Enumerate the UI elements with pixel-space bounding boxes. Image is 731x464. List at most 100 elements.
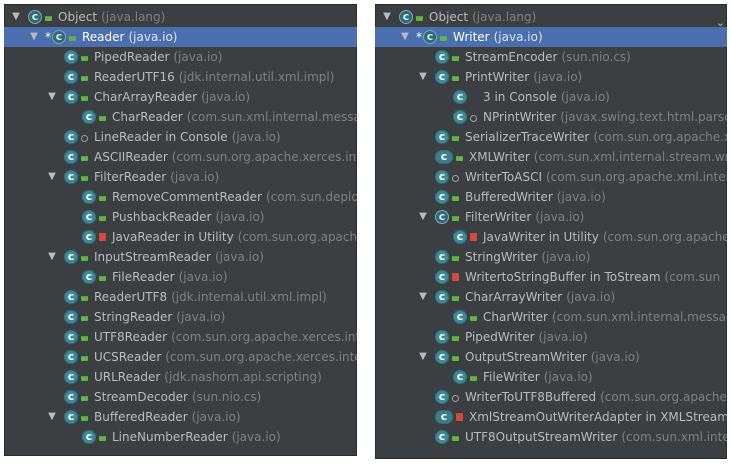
tree-row[interactable]: ▼ Object(java.lang) bbox=[4, 7, 357, 27]
class-name: CharArrayReader bbox=[94, 90, 198, 104]
tree-row-label: WriterToUTF8Buffered (com.sun.org.apache.… bbox=[465, 387, 727, 407]
tree-row-label: PrintWriter (java.io) bbox=[465, 67, 582, 87]
tree-row[interactable]: StreamEncoder(sun.nio.cs) bbox=[375, 47, 727, 67]
tree-row[interactable]: JavaReader in Utility(com.sun.org.apache bbox=[4, 227, 357, 247]
tree-row[interactable]: ASCIIReader(com.sun.org.apache.xerces.in… bbox=[4, 147, 357, 167]
tree-row[interactable]: ▼ CharArrayWriter(java.io) bbox=[375, 287, 727, 307]
tree-row[interactable]: WriterToASCI (com.sun.org.apache.xml.inte… bbox=[375, 167, 727, 187]
tree-row[interactable]: ▼ PrintWriter(java.io) bbox=[375, 67, 727, 87]
tree-row[interactable]: PipedWriter(java.io) bbox=[375, 327, 727, 347]
class-name: Object bbox=[429, 10, 469, 24]
package-name: (com.sun.org.apache.xn bbox=[593, 130, 727, 144]
package-name: (java.io) bbox=[215, 210, 265, 224]
tree-row[interactable]: ▼ OutputStreamWriter(java.io) bbox=[375, 347, 727, 367]
expand-arrow-icon[interactable]: ▼ bbox=[46, 167, 58, 187]
expand-arrow-icon[interactable]: ▼ bbox=[46, 407, 58, 427]
tree-row[interactable]: URLReader(jdk.nashorn.api.scripting) bbox=[4, 367, 357, 387]
class-icon bbox=[64, 127, 78, 147]
public-access-icon bbox=[99, 216, 106, 221]
package-name: (java.io) bbox=[543, 370, 593, 384]
class-name: URLReader bbox=[94, 370, 161, 384]
tree-row[interactable]: ▼ CharArrayReader(java.io) bbox=[4, 87, 357, 107]
tree-row[interactable]: ReaderUTF8(jdk.internal.util.xml.impl) bbox=[4, 287, 357, 307]
public-access-icon bbox=[470, 376, 477, 381]
tree-row[interactable]: StringWriter(java.io) bbox=[375, 247, 727, 267]
tree-row[interactable]: ▼ * Reader(java.io) bbox=[4, 27, 357, 47]
class-name: Writer bbox=[453, 30, 490, 44]
public-access-icon bbox=[99, 436, 106, 441]
package-name: (java.io) bbox=[178, 270, 228, 284]
tree-row[interactable]: CharReader(com.sun.xml.internal.messag bbox=[4, 107, 357, 127]
class-name: XmlStreamOutWriterAdapter in XMLStreamW bbox=[469, 410, 727, 424]
tree-row-label: OutputStreamWriter (java.io) bbox=[465, 347, 640, 367]
expand-arrow-icon[interactable]: ▼ bbox=[10, 7, 22, 27]
tree-row[interactable]: LineNumberReader(java.io) bbox=[4, 427, 357, 447]
tree-row-label: ASCIIReader (com.sun.org.apache.xerces.in… bbox=[94, 147, 357, 167]
tree-row[interactable]: NPrintWriter(javax.swing.text.html.parse… bbox=[375, 107, 727, 127]
tree-row-label: BufferedReader (java.io) bbox=[94, 407, 241, 427]
tree-row[interactable]: 3 in Console(java.io) bbox=[375, 87, 727, 107]
scroll-chevron-icon[interactable]: ⌄ bbox=[716, 16, 725, 29]
tree-row[interactable]: UTF8Reader(com.sun.org.apache.xerces.int… bbox=[4, 327, 357, 347]
tree-row[interactable]: ▼ * Writer(java.io) bbox=[375, 27, 727, 47]
class-icon bbox=[435, 427, 449, 447]
tree-row[interactable]: JavaWriter in Utility(com.sun.org.apache… bbox=[375, 227, 727, 247]
public-access-icon bbox=[416, 16, 423, 21]
expand-arrow-icon[interactable]: ▼ bbox=[28, 27, 40, 47]
expand-arrow-icon[interactable]: ▼ bbox=[381, 7, 393, 27]
tree-row[interactable]: RemoveCommentReader(com.sun.deploy bbox=[4, 187, 357, 207]
tree-row-label: Reader (java.io) bbox=[82, 27, 177, 47]
tree-row[interactable]: CharWriter(com.sun.xml.internal.messagi bbox=[375, 307, 727, 327]
class-name: CharArrayWriter bbox=[465, 290, 563, 304]
package-name: (com.sun.org.apache.xerces.inter bbox=[165, 350, 357, 364]
expand-arrow-icon[interactable]: ▼ bbox=[399, 27, 411, 47]
tree-row[interactable]: LineReader in Console(java.io) bbox=[4, 127, 357, 147]
tree-row[interactable]: ▼ BufferedReader(java.io) bbox=[4, 407, 357, 427]
package-name: (jdk.internal.util.xml.impl) bbox=[178, 70, 335, 84]
expand-arrow-icon[interactable]: ▼ bbox=[417, 207, 429, 227]
package-name: (com.sun.org.apache.xerces.inte bbox=[171, 150, 357, 164]
expand-arrow-icon[interactable]: ▼ bbox=[417, 287, 429, 307]
expand-arrow-icon[interactable]: ▼ bbox=[46, 247, 58, 267]
class-name: XMLWriter bbox=[469, 150, 530, 164]
tree-row[interactable]: BufferedWriter(java.io) bbox=[375, 187, 727, 207]
tree-row[interactable]: FileReader(java.io) bbox=[4, 267, 357, 287]
class-name: InputStreamReader bbox=[94, 250, 211, 264]
public-access-icon bbox=[99, 276, 106, 281]
tree-row[interactable]: ▼ InputStreamReader(java.io) bbox=[4, 247, 357, 267]
public-access-icon bbox=[81, 396, 88, 401]
tree-row[interactable]: StringReader(java.io) bbox=[4, 307, 357, 327]
public-access-icon bbox=[452, 336, 459, 341]
class-icon bbox=[435, 127, 449, 147]
expand-arrow-icon[interactable]: ▼ bbox=[417, 347, 429, 367]
class-icon bbox=[435, 247, 449, 267]
class-icon bbox=[435, 327, 449, 347]
tree-row[interactable]: ▼ Object(java.lang) bbox=[375, 7, 727, 27]
tree-row[interactable]: FileWriter(java.io) bbox=[375, 367, 727, 387]
tree-row[interactable]: XmlStreamOutWriterAdapter in XMLStreamW bbox=[375, 407, 727, 427]
tree-row-label: StreamDecoder (sun.nio.cs) bbox=[94, 387, 261, 407]
tree-row[interactable]: SerializerTraceWriter(com.sun.org.apache… bbox=[375, 127, 727, 147]
public-access-icon bbox=[69, 36, 76, 41]
public-access-icon bbox=[99, 116, 106, 121]
class-icon bbox=[423, 27, 437, 47]
tree-row[interactable]: StreamDecoder(sun.nio.cs) bbox=[4, 387, 357, 407]
package-name: (java.io) bbox=[560, 90, 610, 104]
package-name: (com.sun.xml.internal.messag bbox=[186, 110, 357, 124]
expand-arrow-icon[interactable]: ▼ bbox=[417, 67, 429, 87]
tree-row[interactable]: XMLWriter(com.sun.xml.internal.stream.wr… bbox=[375, 147, 727, 167]
public-access-icon bbox=[440, 36, 447, 41]
expand-arrow-icon[interactable]: ▼ bbox=[46, 87, 58, 107]
public-access-icon bbox=[99, 196, 106, 201]
tree-row[interactable]: UCSReader(com.sun.org.apache.xerces.inte… bbox=[4, 347, 357, 367]
tree-row[interactable]: PipedReader(java.io) bbox=[4, 47, 357, 67]
tree-row[interactable]: ReaderUTF16(jdk.internal.util.xml.impl) bbox=[4, 67, 357, 87]
tree-row[interactable]: WritertoStringBuffer in ToStream(com.sun bbox=[375, 267, 727, 287]
tree-row[interactable]: WriterToUTF8Buffered(com.sun.org.apache.… bbox=[375, 387, 727, 407]
public-access-icon bbox=[81, 256, 88, 261]
class-name: Reader bbox=[82, 30, 125, 44]
tree-row[interactable]: ▼ FilterReader(java.io) bbox=[4, 167, 357, 187]
tree-row[interactable]: ▼ FilterWriter(java.io) bbox=[375, 207, 727, 227]
tree-row[interactable]: PushbackReader(java.io) bbox=[4, 207, 357, 227]
tree-row[interactable]: UTF8OutputStreamWriter(com.sun.xml.inter… bbox=[375, 427, 727, 447]
